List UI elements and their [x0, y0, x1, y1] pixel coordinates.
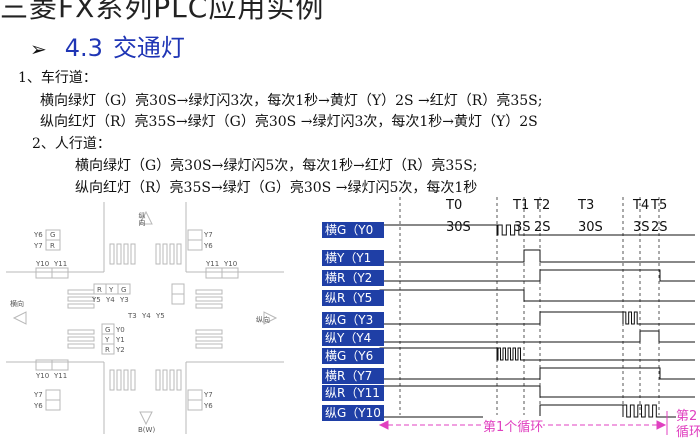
- diagram-center-midnum-3: Y2: [115, 346, 125, 354]
- marker-t1-dur: 3S: [514, 220, 531, 235]
- diagram-label-nw-1: Y6: [33, 231, 43, 239]
- diagram-south-bottom: B(W): [138, 426, 155, 434]
- timing-waveform: [380, 330, 695, 343]
- diagram-center-top-1: R: [97, 286, 102, 294]
- diagram-label-sw-2: Y11: [53, 372, 67, 380]
- marker-t0: T0: [446, 198, 463, 213]
- diagram-center-mid-3: R: [105, 346, 110, 354]
- channel-label: 纵R（Y11: [322, 385, 384, 401]
- timing-waveform: [379, 289, 695, 302]
- diagram-label-nw-2: Y7: [33, 242, 43, 250]
- diagram-center-topnum-1: Y5: [91, 296, 101, 304]
- arrow-bullet-icon: ➢: [30, 37, 47, 61]
- channel-label: 横R（Y7: [322, 368, 384, 384]
- vehicle-lane-heading: 1、车行道：: [18, 70, 97, 86]
- diagram-south-label: 纵向: [256, 315, 270, 324]
- section-heading: ➢ 4.3 交通灯: [30, 28, 185, 63]
- diagram-center-midnum-2: Y1: [115, 336, 125, 344]
- diagram-center-midnum-1: Y0: [115, 326, 125, 334]
- diagram-center-mid2-3: Y5: [155, 312, 165, 320]
- diagram-label-sw-1: Y10: [35, 372, 49, 380]
- cycle2-sub-label: 循环: [676, 421, 700, 440]
- timing-waveform: [380, 249, 695, 263]
- diagram-center-mid-2: Y: [104, 336, 110, 344]
- diagram-center-mid2-1: T3: [127, 312, 137, 320]
- vehicle-horizontal-rule: 横向绿灯（G）亮30S→绿灯闪3次，每次1秒→黄灯（Y）2S →红灯（R）亮35…: [40, 93, 543, 109]
- intersection-diagram: 纵向 纵向 B(W) 横向 Y6 Y7 Y10 Y11 Y7 Y6 Y11 Y1…: [6, 202, 284, 434]
- marker-t4: T4: [633, 198, 650, 213]
- channel-label: 横G（Y6: [322, 348, 384, 364]
- marker-t3: T3: [578, 198, 595, 213]
- diagram-nw-box-1: G: [50, 231, 55, 239]
- marker-t1: T1: [513, 198, 530, 213]
- channel-label: 横R（Y2: [322, 270, 384, 286]
- diagram-north-label: 纵向: [138, 212, 146, 226]
- diagram-label-ne-2: Y6: [203, 242, 213, 250]
- channel-label: 横G（Y0: [322, 222, 384, 238]
- channel-label: 纵Y（Y4: [322, 330, 384, 346]
- diagram-center-top-2: Y: [108, 286, 114, 294]
- page-title: 三菱FX系列PLC应用实例: [0, 0, 325, 24]
- timing-chart: 横G（Y0 横Y（Y1 横R（Y2 纵R（Y5 纵G（Y3 纵Y（Y4 横G（Y…: [310, 195, 700, 440]
- diagram-label-nw2-2: Y11: [53, 260, 67, 268]
- diagram-center-top-3: G: [121, 286, 126, 294]
- channel-label: 纵R（Y5: [322, 290, 384, 306]
- diagram-label-sw2-2: Y6: [33, 402, 43, 410]
- diagram-label-ne-1: Y7: [203, 231, 213, 239]
- diagram-center-topnum-2: Y4: [105, 296, 115, 304]
- marker-t2-dur: 2S: [534, 220, 551, 235]
- timing-waveforms: [379, 224, 695, 418]
- diagram-label-nw2-1: Y10: [35, 260, 49, 268]
- marker-t5-dur: 2S: [651, 220, 668, 235]
- diagram-center-mid2-2: Y4: [141, 312, 151, 320]
- diagram-center-topnum-3: Y3: [119, 296, 129, 304]
- diagram-label-se-1: Y7: [203, 391, 213, 399]
- timing-waveform: [380, 367, 695, 380]
- channel-label: 横Y（Y1: [322, 250, 384, 266]
- pedestrian-lane-heading: 2、人行道：: [32, 136, 111, 152]
- marker-t5: T5: [651, 198, 668, 213]
- diagram-center-mid-1: G: [105, 326, 110, 334]
- marker-t3-dur: 30S: [578, 220, 603, 235]
- diagram-label-ne2-2: Y10: [223, 260, 237, 268]
- marker-t2: T2: [534, 198, 551, 213]
- timing-waveform: [380, 269, 695, 282]
- diagram-nw-box-2: R: [50, 242, 55, 250]
- diagram-label-se-2: Y6: [203, 402, 213, 410]
- pedestrian-vertical-rule: 纵向红灯（R）亮35S→绿灯（G）亮30S →绿灯闪5次，每次1秒: [75, 180, 478, 196]
- diagram-west-label: 横向: [10, 299, 24, 308]
- timing-waveform: [380, 311, 695, 325]
- channel-label: 纵G（Y10: [322, 405, 384, 421]
- pedestrian-horizontal-rule: 横向绿灯（G）亮30S→绿灯闪5次，每次1秒→红灯（R）亮35S;: [75, 158, 478, 174]
- marker-t0-dur: 30S: [446, 220, 471, 235]
- section-title: 交通灯: [112, 34, 185, 62]
- timing-waveform: [379, 385, 695, 398]
- vehicle-vertical-rule: 纵向红灯（R）亮35S→绿灯（G）亮30S →绿灯闪3次，每次1秒→黄灯（Y）2…: [40, 114, 538, 130]
- section-number: 4.3: [64, 34, 103, 62]
- diagram-label-sw2-1: Y7: [33, 391, 43, 399]
- cycle1-label: 第1个循环: [483, 416, 544, 435]
- marker-t4-dur: 3S: [633, 220, 650, 235]
- timing-waveform: [379, 347, 695, 361]
- diagram-label-ne2-1: Y11: [205, 260, 219, 268]
- channel-label: 纵G（Y3: [322, 312, 384, 328]
